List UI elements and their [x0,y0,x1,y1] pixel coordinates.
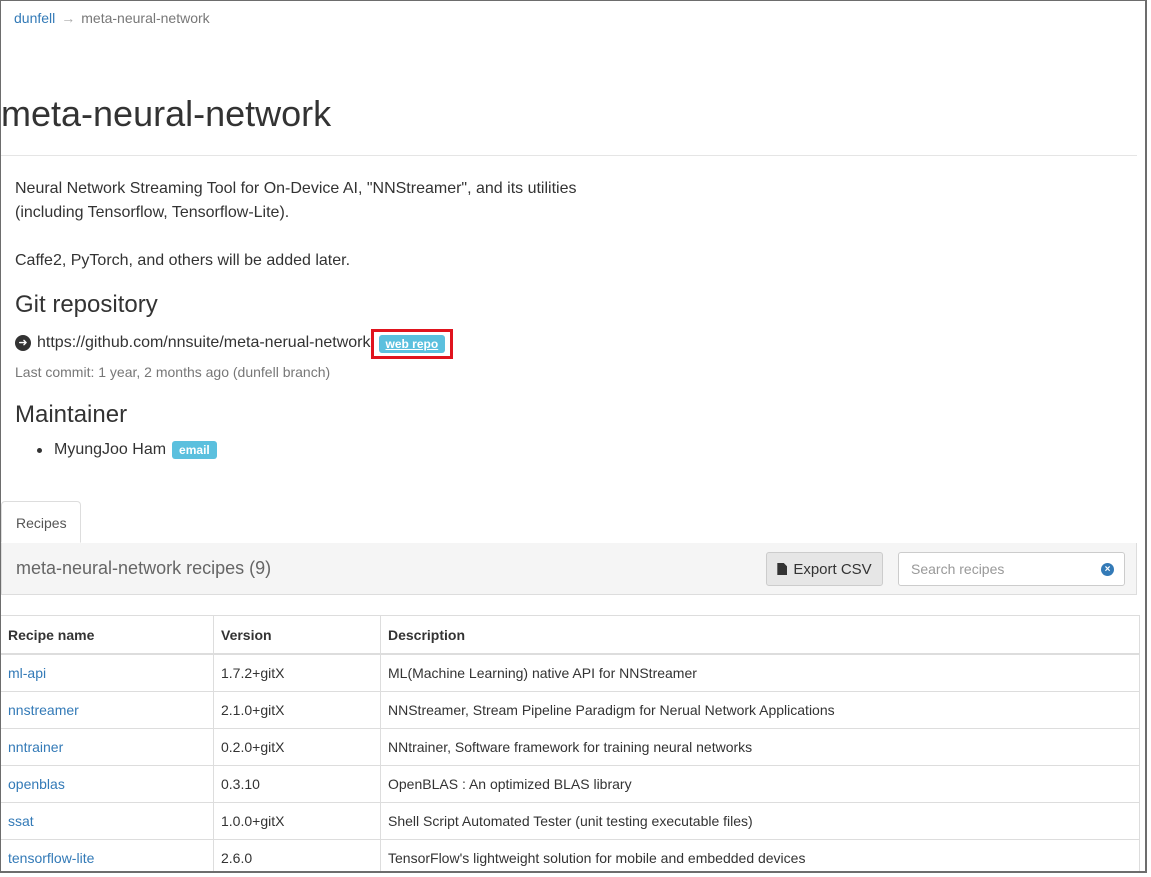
breadcrumb-parent-link[interactable]: dunfell [14,10,55,26]
table-row: openblas 0.3.10 OpenBLAS : An optimized … [1,765,1140,803]
recipes-panel-title: meta-neural-network recipes (9) [16,558,272,578]
arrow-circle-right-icon: ➜ [15,335,31,351]
maintainer-heading: Maintainer [15,401,128,428]
tab-recipes[interactable]: Recipes [1,501,81,543]
search-recipes-input[interactable]: Search recipes × [898,552,1125,586]
table-row: nnstreamer 2.1.0+gitX NNStreamer, Stream… [1,691,1140,729]
export-csv-label: Export CSV [793,560,872,578]
recipes-panel-header: meta-neural-network recipes (9) Export C… [1,543,1137,595]
git-repository-heading: Git repository [15,291,158,318]
recipe-description: OpenBLAS : An optimized BLAS library [380,765,1140,803]
recipe-version: 1.7.2+gitX [213,653,381,692]
description-paragraph-2: Caffe2, PyTorch, and others will be adde… [15,252,351,269]
recipe-version: 2.1.0+gitX [213,691,381,729]
table-row: tensorflow-lite 2.6.0 TensorFlow's light… [1,839,1140,871]
maintainer-name: MyungJoo Ham [54,441,167,458]
bullet-icon [37,447,42,453]
layer-description: Neural Network Streaming Tool for On-Dev… [15,177,655,273]
recipe-link[interactable]: nnstreamer [8,702,79,718]
recipe-link[interactable]: nntrainer [8,739,63,755]
recipe-description: Shell Script Automated Tester (unit test… [380,802,1140,840]
last-commit-text: Last commit: 1 year, 2 months ago (dunfe… [15,364,331,380]
recipe-version: 0.3.10 [213,765,381,803]
title-divider [1,155,1137,156]
column-header-version[interactable]: Version [213,615,381,655]
recipe-description: NNStreamer, Stream Pipeline Paradigm for… [380,691,1140,729]
recipe-description: ML(Machine Learning) native API for NNSt… [380,653,1140,692]
page-title: meta-neural-network [1,93,332,134]
recipe-version: 1.0.0+gitX [213,802,381,840]
export-csv-button[interactable]: Export CSV [766,552,883,586]
recipe-description: NNtrainer, Software framework for traini… [380,728,1140,766]
clear-search-icon[interactable]: × [1101,563,1114,576]
breadcrumb-separator: → [61,10,76,26]
web-repo-highlight: web repo [370,329,454,359]
tab-bar: Recipes [1,501,1137,544]
recipe-version: 2.6.0 [213,839,381,871]
column-header-recipe-name[interactable]: Recipe name [1,615,214,655]
web-repo-link[interactable]: web repo [378,335,446,353]
git-url: https://github.com/nnsuite/meta-nerual-n… [37,334,371,351]
recipe-link[interactable]: ssat [8,813,34,829]
file-icon [777,563,788,575]
breadcrumb: dunfell → meta-neural-network [14,10,210,26]
recipe-description: TensorFlow's lightweight solution for mo… [380,839,1140,871]
recipe-link[interactable]: ml-api [8,665,46,681]
maintainer-list-item: MyungJoo Ham email [37,441,217,459]
recipe-link[interactable]: tensorflow-lite [8,850,94,866]
recipes-table: Recipe name Version Description ml-api 1… [1,615,1140,871]
table-row: ssat 1.0.0+gitX Shell Script Automated T… [1,802,1140,840]
git-repo-row: ➜ https://github.com/nnsuite/meta-nerual… [15,328,454,359]
table-header-row: Recipe name Version Description [1,615,1140,655]
table-row: nntrainer 0.2.0+gitX NNtrainer, Software… [1,728,1140,766]
recipe-version: 0.2.0+gitX [213,728,381,766]
column-header-description[interactable]: Description [380,615,1140,655]
maintainer-email-link[interactable]: email [172,441,217,459]
page-frame: dunfell → meta-neural-network meta-neural-… [0,0,1147,873]
description-line-1: Neural Network Streaming Tool for On-Dev… [15,180,577,197]
breadcrumb-current: meta-neural-network [81,10,210,26]
description-line-2: (including Tensorflow, Tensorflow-Lite). [15,204,290,221]
table-row: ml-api 1.7.2+gitX ML(Machine Learning) n… [1,653,1140,692]
recipe-link[interactable]: openblas [8,776,65,792]
